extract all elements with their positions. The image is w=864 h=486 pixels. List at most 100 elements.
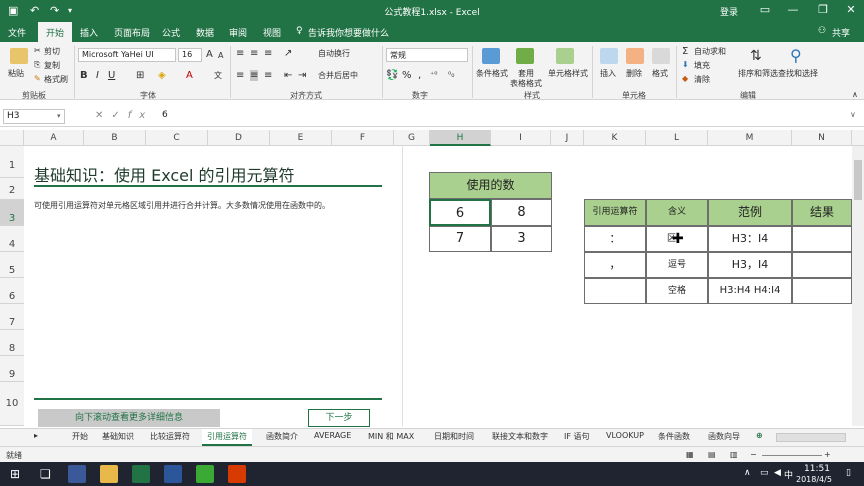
copy-icon[interactable]: ⎘ xyxy=(34,60,40,70)
cut-button[interactable]: 剪切 xyxy=(44,46,60,57)
row-header[interactable]: 2 xyxy=(0,178,24,200)
task-view-icon[interactable]: ❏ xyxy=(40,467,51,481)
column-header[interactable]: N xyxy=(792,130,852,146)
font-name-select[interactable]: Microsoft YaHei UI xyxy=(78,48,176,62)
select-all-corner[interactable] xyxy=(0,130,24,146)
sheet-tab[interactable]: 比较运算符 xyxy=(150,431,190,442)
tab-view[interactable]: 视图 xyxy=(263,26,281,39)
enter-icon[interactable]: ✓ xyxy=(111,110,127,121)
sheet-tab[interactable]: 联接文本和数字 xyxy=(492,431,548,442)
align-right-icon[interactable]: ≡ xyxy=(264,70,272,81)
share-button[interactable]: 共享 xyxy=(832,26,850,39)
sort-filter-button[interactable]: 排序和筛选 xyxy=(738,68,778,79)
sort-filter-icon[interactable]: ⇅ xyxy=(750,48,762,64)
cell-styles-icon[interactable] xyxy=(556,48,574,64)
align-center-icon[interactable]: ≡ xyxy=(250,70,259,81)
tab-home[interactable]: 开始 xyxy=(38,22,73,42)
row-header[interactable]: 6 xyxy=(0,278,24,304)
name-box[interactable]: H3 xyxy=(3,109,65,124)
normal-view-icon[interactable]: ▦ xyxy=(686,450,694,459)
borders-icon[interactable]: ⊞ xyxy=(136,70,144,81)
data-cell-h4[interactable]: 7 xyxy=(429,226,491,252)
sheet-tab[interactable]: VLOOKUP xyxy=(606,431,644,440)
row-header[interactable]: 8 xyxy=(0,330,24,356)
scroll-more-button[interactable]: 向下滚动查看更多详细信息 xyxy=(38,409,220,427)
increase-decimal-icon[interactable]: ⁺⁰ xyxy=(430,70,437,79)
close-icon[interactable]: ✕ xyxy=(842,3,860,16)
cut-icon[interactable]: ✂ xyxy=(34,46,41,55)
row-header[interactable]: 4 xyxy=(0,226,24,252)
tab-scroll-right-icon[interactable]: ▸ xyxy=(34,431,38,440)
column-header[interactable]: M xyxy=(708,130,792,146)
paste-icon[interactable] xyxy=(10,48,28,64)
shrink-font-icon[interactable]: A xyxy=(218,51,223,60)
clear-button[interactable]: 清除 xyxy=(694,74,710,85)
page-layout-view-icon[interactable]: ▤ xyxy=(708,450,716,459)
sheet-tab[interactable]: 基础知识 xyxy=(102,431,134,442)
table-cell[interactable]: 逗号 xyxy=(646,252,708,278)
decrease-indent-icon[interactable]: ⇤ xyxy=(284,70,292,81)
increase-indent-icon[interactable]: ⇥ xyxy=(298,70,306,81)
add-sheet-icon[interactable]: ⊕ xyxy=(756,431,763,440)
fx-icon[interactable]: fx xyxy=(128,110,153,121)
word-taskbar-icon[interactable] xyxy=(164,465,182,483)
network-icon[interactable]: ▭ xyxy=(760,468,769,478)
login-link[interactable]: 登录 xyxy=(720,5,738,18)
restore-icon[interactable]: ❐ xyxy=(814,3,832,16)
notification-icon[interactable]: ▯ xyxy=(846,468,851,478)
copy-button[interactable]: 复制 xyxy=(44,60,60,71)
row-header[interactable]: 10 xyxy=(0,382,24,426)
fill-button[interactable]: 填充 xyxy=(694,60,710,71)
percent-icon[interactable]: % xyxy=(402,70,412,81)
tell-me-input[interactable]: 告诉我你想要做什么 xyxy=(308,26,389,39)
recorder-taskbar-icon[interactable] xyxy=(228,465,246,483)
ime-indicator[interactable]: 中 xyxy=(784,468,793,481)
excel-taskbar-icon[interactable] xyxy=(132,465,150,483)
format-cells-button[interactable]: 格式 xyxy=(652,68,668,79)
table-header-cell[interactable]: 结果 xyxy=(792,199,852,226)
decrease-decimal-icon[interactable]: ⁰₀ xyxy=(448,70,454,79)
volume-icon[interactable]: ◀ xyxy=(774,468,781,478)
phonetic-icon[interactable]: 文 xyxy=(214,70,222,81)
autosum-icon[interactable]: Σ xyxy=(682,46,688,57)
merge-center-button[interactable]: 合并后居中 xyxy=(318,70,358,81)
next-step-button[interactable]: 下一步 xyxy=(308,409,370,427)
table-cell[interactable]: ： xyxy=(584,226,646,252)
align-top-icon[interactable]: ≡ xyxy=(236,48,244,59)
autosum-button[interactable]: 自动求和 xyxy=(694,46,726,57)
collapse-ribbon-icon[interactable]: ∧ xyxy=(852,90,858,99)
tab-formulas[interactable]: 公式 xyxy=(162,26,180,39)
data-cell-h3[interactable]: 6 xyxy=(429,199,491,226)
clear-icon[interactable]: ◆ xyxy=(682,74,688,83)
row-header[interactable]: 9 xyxy=(0,356,24,382)
tab-review[interactable]: 审阅 xyxy=(229,26,247,39)
sheet-tab[interactable]: AVERAGE xyxy=(314,431,351,440)
zoom-out-icon[interactable]: − xyxy=(750,450,757,459)
column-header[interactable]: H xyxy=(430,130,491,146)
sheet-tab-active[interactable]: 引用运算符 xyxy=(202,429,252,446)
table-cell[interactable] xyxy=(792,226,852,252)
sheet-tab[interactable]: 条件函数 xyxy=(658,431,690,442)
sheet-tab[interactable]: 开始 xyxy=(72,431,88,442)
font-color-icon[interactable]: A xyxy=(186,70,193,81)
share-icon[interactable]: ⚇ xyxy=(818,26,826,36)
grow-font-icon[interactable]: A xyxy=(206,49,213,60)
fill-icon[interactable]: ⬇ xyxy=(682,60,689,69)
italic-icon[interactable]: I xyxy=(96,70,99,81)
tray-up-icon[interactable]: ∧ xyxy=(744,468,751,478)
formula-input[interactable]: 6 xyxy=(162,110,168,120)
sheet-tab[interactable]: IF 语句 xyxy=(564,431,590,442)
column-header[interactable]: F xyxy=(332,130,394,146)
delete-cells-button[interactable]: 删除 xyxy=(626,68,642,79)
find-select-button[interactable]: 查找和选择 xyxy=(778,68,818,79)
table-cell[interactable]: H3:H4 H4:I4 xyxy=(708,278,792,304)
file-explorer-icon[interactable] xyxy=(100,465,118,483)
app-icon[interactable] xyxy=(68,465,86,483)
fill-color-icon[interactable]: ◈ xyxy=(158,70,166,81)
page-break-view-icon[interactable]: ▥ xyxy=(730,450,738,459)
format-as-table-icon[interactable] xyxy=(516,48,534,64)
column-header[interactable]: E xyxy=(270,130,332,146)
comma-icon[interactable]: , xyxy=(418,70,421,81)
delete-cells-icon[interactable] xyxy=(626,48,644,64)
windows-start-icon[interactable]: ⊞ xyxy=(10,467,20,481)
